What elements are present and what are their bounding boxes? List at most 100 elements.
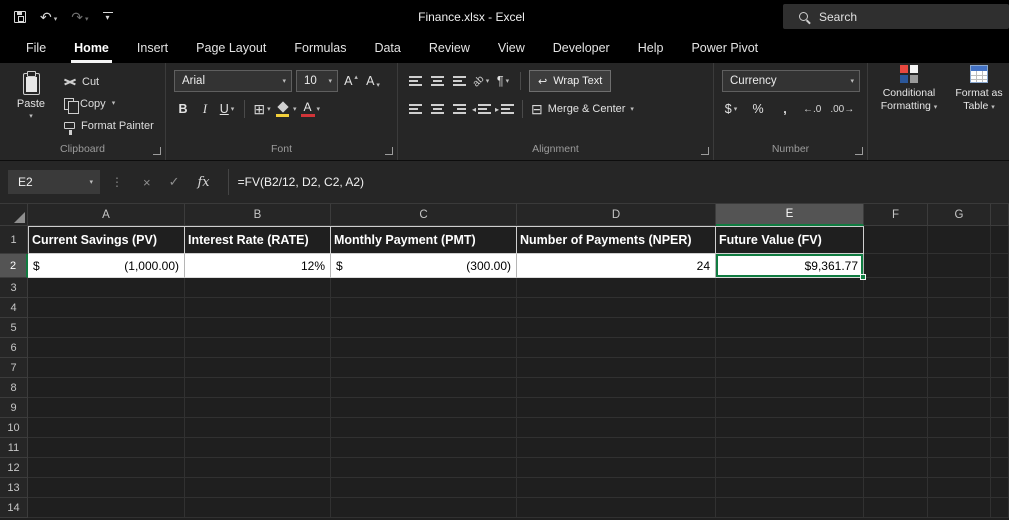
- cell-B2[interactable]: 12%: [185, 254, 331, 278]
- decrease-font-size-button[interactable]: A▾: [364, 71, 382, 91]
- fill-handle[interactable]: [860, 274, 866, 280]
- underline-button[interactable]: U▾: [218, 99, 236, 119]
- cut-button[interactable]: Cut: [64, 73, 154, 90]
- cell-G3[interactable]: [928, 278, 991, 298]
- cell-D4[interactable]: [517, 298, 716, 318]
- cell-E5[interactable]: [716, 318, 864, 338]
- tab-file[interactable]: File: [12, 33, 60, 63]
- number-dialog-launcher-icon[interactable]: [855, 147, 863, 155]
- column-header-E[interactable]: E: [716, 204, 864, 226]
- cell-D3[interactable]: [517, 278, 716, 298]
- alignment-dialog-launcher-icon[interactable]: [701, 147, 709, 155]
- column-header-B[interactable]: B: [185, 204, 331, 226]
- cell-G8[interactable]: [928, 378, 991, 398]
- tab-developer[interactable]: Developer: [539, 33, 624, 63]
- cell-A13[interactable]: [28, 478, 185, 498]
- row-header-5[interactable]: 5: [0, 318, 28, 338]
- tab-help[interactable]: Help: [624, 33, 678, 63]
- cell-E9[interactable]: [716, 398, 864, 418]
- font-size-combobox[interactable]: 10 ▾: [296, 70, 338, 92]
- cell-G13[interactable]: [928, 478, 991, 498]
- row-header-8[interactable]: 8: [0, 378, 28, 398]
- cell-D9[interactable]: [517, 398, 716, 418]
- conditional-formatting-button[interactable]: Conditional Formatting ▾: [876, 65, 942, 160]
- format-as-table-button[interactable]: Format as Table ▾: [946, 65, 1009, 160]
- cell-F7[interactable]: [864, 358, 928, 378]
- customize-quick-access-button[interactable]: ▾: [103, 12, 113, 22]
- cell-B14[interactable]: [185, 498, 331, 518]
- cell-G12[interactable]: [928, 458, 991, 478]
- increase-font-size-button[interactable]: A▴: [342, 71, 360, 91]
- tab-power-pivot[interactable]: Power Pivot: [677, 33, 772, 63]
- cancel-button[interactable]: ×: [143, 175, 151, 190]
- cell-A9[interactable]: [28, 398, 185, 418]
- cell-D13[interactable]: [517, 478, 716, 498]
- cell-E2[interactable]: $9,361.77: [716, 254, 864, 278]
- row-header-9[interactable]: 9: [0, 398, 28, 418]
- cell-G7[interactable]: [928, 358, 991, 378]
- cell-D6[interactable]: [517, 338, 716, 358]
- column-header-D[interactable]: D: [517, 204, 716, 226]
- cell-C10[interactable]: [331, 418, 517, 438]
- row-header-13[interactable]: 13: [0, 478, 28, 498]
- cell-F6[interactable]: [864, 338, 928, 358]
- cell-G6[interactable]: [928, 338, 991, 358]
- cell-B5[interactable]: [185, 318, 331, 338]
- copy-button[interactable]: Copy ▾: [64, 95, 154, 112]
- italic-button[interactable]: I: [196, 99, 214, 119]
- format-painter-button[interactable]: Format Painter: [64, 117, 154, 134]
- top-align-button[interactable]: [406, 71, 424, 91]
- cell-E8[interactable]: [716, 378, 864, 398]
- cell-E13[interactable]: [716, 478, 864, 498]
- increase-decimal-button[interactable]: ←.0: [803, 99, 821, 119]
- align-right-button[interactable]: [450, 99, 468, 119]
- cell-A14[interactable]: [28, 498, 185, 518]
- cell-G14[interactable]: [928, 498, 991, 518]
- row-header-12[interactable]: 12: [0, 458, 28, 478]
- cell-A2[interactable]: $ (1,000.00): [28, 254, 185, 278]
- cell-D12[interactable]: [517, 458, 716, 478]
- font-color-button[interactable]: A▾: [301, 99, 321, 119]
- tab-review[interactable]: Review: [415, 33, 484, 63]
- column-header-C[interactable]: C: [331, 204, 517, 226]
- cell-D14[interactable]: [517, 498, 716, 518]
- cell-E4[interactable]: [716, 298, 864, 318]
- cell-E11[interactable]: [716, 438, 864, 458]
- paste-button[interactable]: Paste ▾: [8, 70, 54, 142]
- middle-align-button[interactable]: [428, 71, 446, 91]
- cell-C9[interactable]: [331, 398, 517, 418]
- cell-G5[interactable]: [928, 318, 991, 338]
- insert-function-button[interactable]: fx: [198, 175, 210, 190]
- number-format-combobox[interactable]: Currency ▾: [722, 70, 860, 92]
- formula-input[interactable]: =FV(B2/12, D2, C2, A2): [238, 175, 364, 189]
- cell-B13[interactable]: [185, 478, 331, 498]
- cell-G10[interactable]: [928, 418, 991, 438]
- cell-F12[interactable]: [864, 458, 928, 478]
- merge-and-center-button[interactable]: ⊟ Merge & Center ▾: [531, 99, 634, 119]
- row-header-1[interactable]: 1: [0, 226, 28, 254]
- cell-F2[interactable]: [864, 254, 928, 278]
- cell-B9[interactable]: [185, 398, 331, 418]
- cell-C6[interactable]: [331, 338, 517, 358]
- cell-G2[interactable]: [928, 254, 991, 278]
- cell-F14[interactable]: [864, 498, 928, 518]
- cell-E12[interactable]: [716, 458, 864, 478]
- cell-C3[interactable]: [331, 278, 517, 298]
- percent-style-button[interactable]: %: [749, 99, 767, 119]
- cell-B3[interactable]: [185, 278, 331, 298]
- row-header-10[interactable]: 10: [0, 418, 28, 438]
- cell-A6[interactable]: [28, 338, 185, 358]
- cell-A3[interactable]: [28, 278, 185, 298]
- row-header-7[interactable]: 7: [0, 358, 28, 378]
- tab-insert[interactable]: Insert: [123, 33, 182, 63]
- cell-C7[interactable]: [331, 358, 517, 378]
- borders-button[interactable]: ⊞▾: [253, 99, 271, 119]
- cell-C8[interactable]: [331, 378, 517, 398]
- orientation-button[interactable]: ab▾: [472, 71, 490, 91]
- cell-D7[interactable]: [517, 358, 716, 378]
- cell-B1[interactable]: Interest Rate (RATE): [185, 226, 331, 254]
- text-direction-button[interactable]: ¶▾: [494, 71, 512, 91]
- tab-view[interactable]: View: [484, 33, 539, 63]
- cell-B10[interactable]: [185, 418, 331, 438]
- enter-button[interactable]: ✓: [169, 174, 180, 190]
